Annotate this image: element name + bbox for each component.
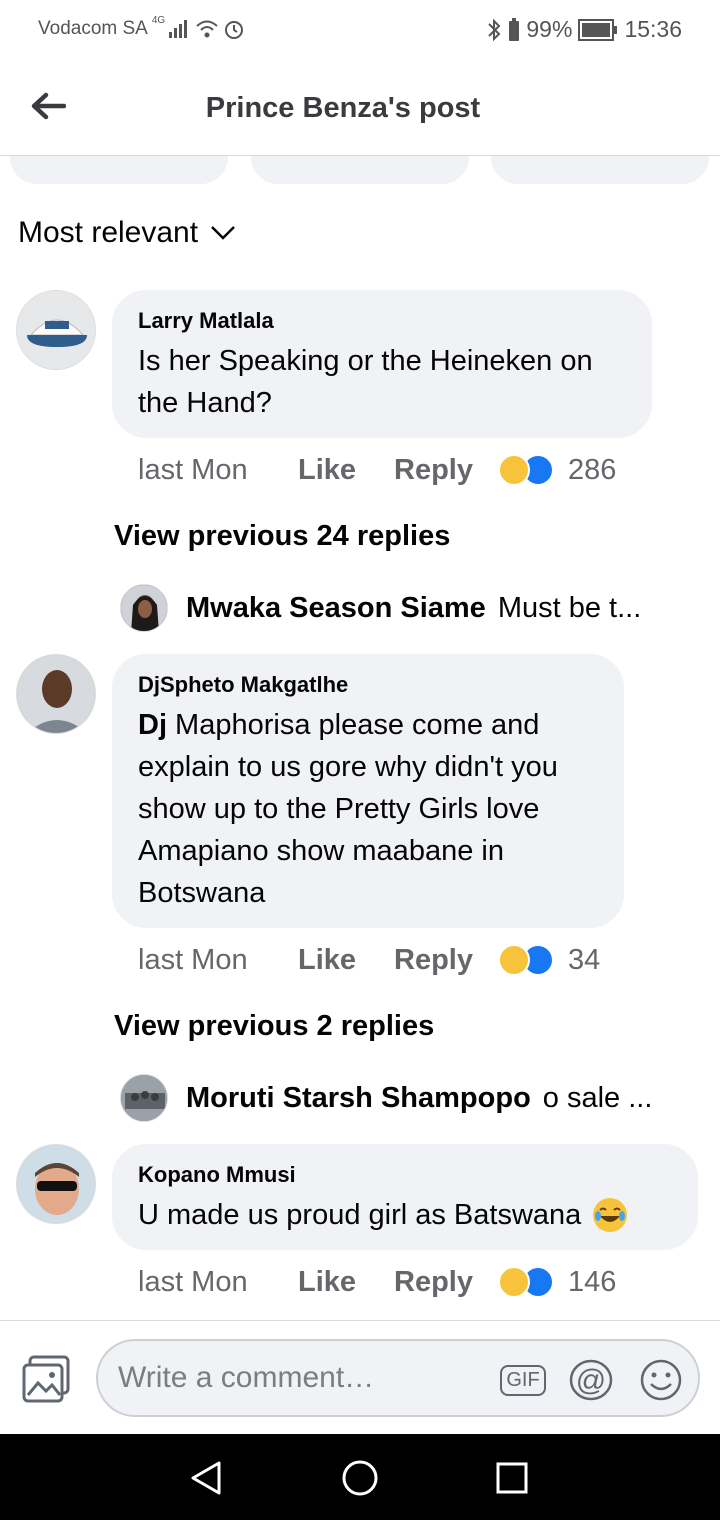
- photo-icon: [22, 1355, 70, 1403]
- comment-time[interactable]: last Mon: [138, 1266, 298, 1299]
- comment-input[interactable]: [118, 1355, 488, 1401]
- mention-text[interactable]: Dj: [138, 709, 167, 741]
- network-type: 4G: [151, 14, 166, 26]
- reply-button[interactable]: Reply: [394, 1266, 498, 1299]
- clock: 15:36: [624, 16, 682, 42]
- haha-icon: [498, 944, 530, 976]
- like-button[interactable]: Like: [298, 944, 394, 977]
- reply-text: Must be t...: [497, 591, 642, 624]
- comment-bubble[interactable]: Larry Matlala Is her Speaking or the Hei…: [112, 290, 652, 438]
- alarm-icon: [225, 21, 244, 39]
- reaction-count[interactable]: 34: [568, 944, 600, 977]
- carrier-label: Vodacom SA: [38, 18, 148, 39]
- photo-button[interactable]: [22, 1355, 72, 1403]
- header-cover: Prince Benza's post: [0, 62, 720, 156]
- back-nav-button[interactable]: [184, 1456, 228, 1500]
- smiley-icon: [640, 1359, 682, 1401]
- comment-text-container: Dj Maphorisa please come and explain to …: [138, 704, 598, 914]
- avatar[interactable]: [16, 1144, 96, 1224]
- comment-bubble[interactable]: DjSpheto Makgatlhe Dj Maphorisa please c…: [112, 654, 624, 928]
- reply-author[interactable]: Mwaka Season Siame: [186, 592, 486, 625]
- view-previous-replies[interactable]: View previous 24 replies: [114, 520, 450, 553]
- latest-reply[interactable]: Mwaka Season Siame Must be t...: [120, 584, 680, 632]
- recents-nav-button[interactable]: [490, 1456, 534, 1500]
- wifi-icon: [196, 20, 218, 38]
- comment-input-box[interactable]: GIF @: [96, 1339, 700, 1417]
- mention-button[interactable]: @: [568, 1359, 614, 1401]
- circle-home-icon: [342, 1460, 378, 1496]
- chevron-down-icon: [211, 226, 235, 240]
- home-nav-button[interactable]: [338, 1456, 382, 1500]
- comment-composer: GIF @: [0, 1320, 720, 1434]
- view-previous-replies[interactable]: View previous 2 replies: [114, 1010, 434, 1043]
- comment-actions: last Mon Like Reply 146: [138, 1262, 616, 1302]
- emoji-button[interactable]: [638, 1359, 684, 1401]
- comment-author[interactable]: Kopano Mmusi: [138, 1162, 672, 1188]
- status-left: Vodacom SA 4G: [38, 14, 245, 40]
- person-avatar-icon: [17, 655, 95, 733]
- reaction-count[interactable]: 286: [568, 454, 616, 487]
- laughing-emoji-icon: [593, 1198, 628, 1232]
- reaction-icons[interactable]: [498, 944, 554, 976]
- comment-time[interactable]: last Mon: [138, 454, 298, 487]
- bluetooth-icon: [488, 18, 501, 41]
- sort-dropdown[interactable]: Most relevant: [18, 216, 236, 250]
- signal-icon: [169, 20, 188, 38]
- like-button[interactable]: Like: [298, 1266, 394, 1299]
- reply-author[interactable]: Moruti Starsh Shampopo: [186, 1082, 531, 1115]
- status-right: 99% 15:36: [486, 16, 682, 43]
- svg-text:@: @: [576, 1364, 606, 1397]
- comment-author[interactable]: DjSpheto Makgatlhe: [138, 672, 598, 698]
- reply-button[interactable]: Reply: [394, 454, 498, 487]
- triangle-back-icon: [191, 1461, 221, 1495]
- comment-text-container: U made us proud girl as Batswana: [138, 1194, 672, 1236]
- page-title: Prince Benza's post: [205, 92, 481, 124]
- haha-icon: [498, 454, 530, 486]
- battery-icon: [509, 17, 520, 41]
- at-sign-icon: @: [569, 1359, 613, 1401]
- gif-icon: GIF: [500, 1364, 546, 1396]
- comment-text: U made us proud girl as Batswana: [138, 1199, 582, 1231]
- battery-percent: 99%: [526, 16, 573, 42]
- avatar[interactable]: [16, 654, 96, 734]
- person-avatar-icon: [121, 585, 167, 631]
- screen-mirror-icon: [578, 18, 618, 41]
- comment-actions: last Mon Like Reply 34: [138, 940, 600, 980]
- avatar[interactable]: [16, 290, 96, 370]
- latest-reply[interactable]: Moruti Starsh Shampopo o sale ...: [120, 1074, 680, 1122]
- comment-time[interactable]: last Mon: [138, 944, 298, 977]
- haha-icon: [498, 1266, 530, 1298]
- person-avatar-icon: [17, 1145, 95, 1223]
- reply-text: o sale ...: [542, 1081, 653, 1114]
- avatar[interactable]: [120, 584, 168, 632]
- reaction-icons[interactable]: [498, 454, 554, 486]
- sort-label: Most relevant: [18, 216, 199, 249]
- system-navigation-bar: [0, 1434, 720, 1520]
- avatar[interactable]: [120, 1074, 168, 1122]
- comment-author[interactable]: Larry Matlala: [138, 308, 626, 334]
- reaction-icons[interactable]: [498, 1266, 554, 1298]
- comment-text: Maphorisa please come and explain to us …: [138, 709, 558, 909]
- like-button[interactable]: Like: [298, 454, 394, 487]
- reply-button[interactable]: Reply: [394, 944, 498, 977]
- status-bar: Vodacom SA 4G 99% 15:36: [0, 0, 720, 62]
- square-recents-icon: [496, 1462, 528, 1494]
- reaction-count[interactable]: 146: [568, 1266, 616, 1299]
- group-avatar-icon: [121, 1075, 167, 1121]
- gif-button[interactable]: GIF: [500, 1359, 546, 1401]
- comment-actions: last Mon Like Reply 286: [138, 450, 616, 490]
- gif-label: GIF: [506, 1368, 540, 1391]
- comment-bubble[interactable]: Kopano Mmusi U made us proud girl as Bat…: [112, 1144, 698, 1250]
- comment-text: Is her Speaking or the Heineken on the H…: [138, 345, 593, 419]
- cap-avatar-icon: [17, 291, 95, 369]
